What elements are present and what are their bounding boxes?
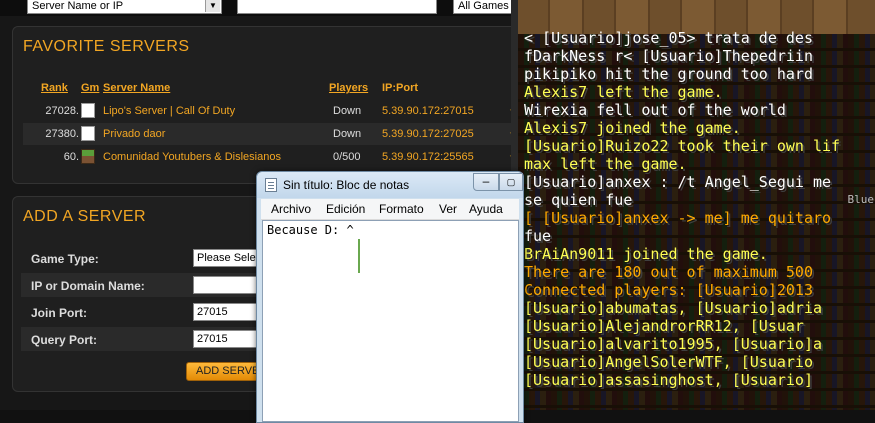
chat-line: Alexis7 left the game. [524,83,723,101]
table-row[interactable]: 27028. Lipo's Server | Call Of Duty Down… [23,100,518,122]
chat-line: [Usuario]Ruizo22 took their own lif [524,137,841,155]
join-port-label: Join Port: [31,306,87,320]
chat-line: [Usuario]AlejandrorRR12, [Usuar [524,317,804,335]
chat-line: There are 180 out of maximum 500 [524,263,813,281]
column-ip-port: IP:Port [382,82,419,94]
minecraft-game-window: < [Usuario]jose_05> trata de des fDarkNe… [518,0,875,410]
menu-formato[interactable]: Formato [379,202,424,216]
game-type-label: Game Type: [31,252,99,266]
row-rank: 60. [63,151,79,163]
chevron-down-icon[interactable]: ▼ [205,0,220,12]
search-input[interactable] [237,0,437,14]
add-server-title: ADD A SERVER [23,208,147,225]
chat-line: [Usuario]alvarito1995, [Usuario]a [524,335,823,353]
row-players: Down [333,128,362,140]
chat-line: [Usuario]abumatas, [Usuario]adria [524,299,823,317]
row-rank: 27028. [45,105,79,117]
maximize-icon[interactable]: ▢ [499,173,523,191]
notepad-title: Sin título: Bloc de notas [283,178,410,192]
notepad-text-area[interactable]: Because D: ^ [262,220,519,422]
menu-edicion[interactable]: Edición [326,202,365,216]
chat-line: max left the game. [524,155,687,173]
chat-line: [Usuario]assasinghost, [Usuario] [524,371,813,389]
search-type-value: Server Name or IP [32,0,124,12]
query-port-label: Query Port: [31,333,98,347]
chat-line: [Usuario]AngelSolerWTF, [Usuario [524,353,813,371]
chat-line: [ [Usuario]anxex -> me] me quitaro [524,209,832,227]
game-filter-value: All Games [458,0,509,12]
chat-line: [Usuario]anxex : /t Angel_Segui me [524,173,832,191]
table-row[interactable]: 60. Comunidad Youtubers & Dislesianos 0/… [23,146,518,168]
query-port-input[interactable]: 27015 [193,330,263,348]
row-server-name-link[interactable]: Privado daor [103,128,165,140]
row-ip-link[interactable]: 5.39.90.172:27015 [382,105,474,117]
notepad-text: Because D: ^ [267,223,354,237]
row-players: Down [333,105,362,117]
table-row[interactable]: 27380. Privado daor Down 5.39.90.172:270… [23,123,518,145]
column-players[interactable]: Players [329,82,368,94]
counter-strike-icon [81,103,95,118]
column-gm[interactable]: Gm [81,82,99,94]
column-rank[interactable]: Rank [41,82,68,94]
chat-line-with-tag: se quien fue Blue [524,191,875,209]
counter-strike-icon [81,126,95,141]
chat-line: Wirexia fell out of the world [524,101,786,119]
chat-line: fue [524,227,552,245]
notepad-menu-bar: Archivo Edición Formato Ver Ayuda [261,199,519,220]
notepad-window: Sin título: Bloc de notas – ▢ Archivo Ed… [256,171,524,423]
chat-line: se quien fue [524,191,633,209]
row-ip-link[interactable]: 5.39.90.172:25565 [382,151,474,163]
notepad-icon [265,178,277,192]
menu-ver[interactable]: Ver [439,202,457,216]
chat-tag: Blue [847,193,875,206]
row-ip-link[interactable]: 5.39.90.172:27025 [382,128,474,140]
search-bar: Server Name or IP ▼ All Games [0,0,518,16]
favorites-title: FAVORITE SERVERS [23,38,190,55]
chat-line: pikipiko hit the ground too hard [524,65,813,83]
row-server-name-link[interactable]: Lipo's Server | Call Of Duty [103,105,235,117]
search-type-select[interactable]: Server Name or IP ▼ [27,0,222,14]
game-filter-select[interactable]: All Games [453,0,515,14]
chat-line: fDarkNess r< [Usuario]Thepedriin [524,47,813,65]
chat-line: < [Usuario]jose_05> trata de des [524,29,813,47]
notepad-title-bar[interactable]: Sin título: Bloc de notas – ▢ [257,172,523,198]
menu-ayuda[interactable]: Ayuda [469,202,503,216]
join-port-input[interactable]: 27015 [193,303,263,321]
text-cursor [358,239,360,273]
chat-log: < [Usuario]jose_05> trata de des fDarkNe… [524,29,875,389]
chat-line: BrAiAn9011 joined the game. [524,245,768,263]
chat-line: Alexis7 joined the game. [524,119,741,137]
row-server-name-link[interactable]: Comunidad Youtubers & Dislesianos [103,151,281,163]
row-players: 0/500 [333,151,361,163]
minimize-icon[interactable]: – [473,173,499,191]
row-rank: 27380. [45,128,79,140]
menu-archivo[interactable]: Archivo [271,202,311,216]
minecraft-icon [81,149,95,164]
favorite-servers-panel: FAVORITE SERVERS Rank Gm Server Name Pla… [12,26,518,184]
ip-label: IP or Domain Name: [31,279,145,293]
chat-line: Connected players: [Usuario]2013 [524,281,813,299]
column-server-name[interactable]: Server Name [103,82,170,94]
chat-line-with-tag: [Usuario]anxex : /t Angel_Segui me [524,173,875,191]
